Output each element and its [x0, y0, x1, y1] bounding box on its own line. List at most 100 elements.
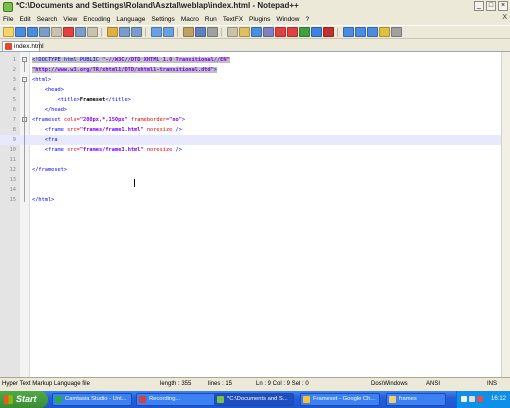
- code-text: </head>: [32, 105, 67, 115]
- taskbar-button[interactable]: Recording...: [136, 393, 216, 406]
- toolbar-button-icon[interactable]: [63, 27, 74, 37]
- code-token: <frameset: [32, 117, 64, 123]
- menu-item-textfx[interactable]: TextFX: [220, 16, 246, 23]
- toolbar-button-icon[interactable]: [379, 27, 390, 37]
- menu-item-search[interactable]: Search: [34, 16, 61, 23]
- status-encoding: ANSI: [426, 381, 441, 387]
- toolbar-button-icon[interactable]: [3, 27, 14, 37]
- status-lines: lines : 15: [208, 381, 233, 387]
- toolbar-button-icon[interactable]: [275, 27, 286, 37]
- toolbar-button-icon[interactable]: [355, 27, 366, 37]
- toolbar-separator: [145, 27, 148, 37]
- code-line[interactable]: 5 <title>Frameset</title>: [0, 95, 510, 105]
- toolbar-button-icon[interactable]: [163, 27, 174, 37]
- code-line[interactable]: 4 <head>: [0, 85, 510, 95]
- toolbar-separator: [101, 27, 104, 37]
- toolbar-button-icon[interactable]: [343, 27, 354, 37]
- code-text: <fra: [32, 135, 58, 145]
- code-token: <title>: [32, 97, 80, 103]
- maximize-button[interactable]: □: [486, 1, 496, 11]
- menu-item-language[interactable]: Language: [113, 16, 148, 23]
- menu-item-window[interactable]: Window: [273, 16, 302, 23]
- code-line[interactable]: 8 <frame src="frames/frame1.html" noresi…: [0, 125, 510, 135]
- taskbar-button[interactable]: Frameset - Google Ch...: [300, 393, 380, 406]
- menu-item-run[interactable]: Run: [202, 16, 220, 23]
- menu-item-settings[interactable]: Settings: [148, 16, 178, 23]
- code-token: frameborder=: [127, 117, 170, 123]
- code-token: "200px,*,150px": [79, 117, 128, 123]
- code-line[interactable]: 11: [0, 155, 510, 165]
- code-line[interactable]: 9 <fra: [0, 135, 510, 145]
- toolbar-button-icon[interactable]: [51, 27, 62, 37]
- toolbar-button-icon[interactable]: [183, 27, 194, 37]
- toolbar-button-icon[interactable]: [287, 27, 298, 37]
- toolbar-button-icon[interactable]: [207, 27, 218, 37]
- security-icon[interactable]: [477, 396, 483, 402]
- code-text: <html>: [32, 75, 51, 85]
- start-button[interactable]: Start: [0, 391, 48, 408]
- code-token: "no": [169, 117, 182, 123]
- volume-icon[interactable]: [469, 396, 475, 402]
- code-line[interactable]: 14: [0, 185, 510, 195]
- code-line[interactable]: 13: [0, 175, 510, 185]
- code-line[interactable]: 7 <frameset cols="200px,*,150px" framebor…: [0, 115, 510, 125]
- toolbar-button-icon[interactable]: [251, 27, 262, 37]
- toolbar-button-icon[interactable]: [27, 27, 38, 37]
- code-line[interactable]: 12 </frameset>: [0, 165, 510, 175]
- status-length: length : 355: [160, 381, 192, 387]
- toolbar-separator: [337, 27, 340, 37]
- code-line[interactable]: 1 <!DOCTYPE html PUBLIC "-//W3C//DTD XHTM…: [0, 55, 510, 65]
- document-close-icon[interactable]: X: [502, 14, 507, 21]
- code-token: "frames/frame1.html": [79, 127, 144, 133]
- taskbar-button[interactable]: *C:\Documents and S...: [214, 393, 294, 406]
- toolbar-button-icon[interactable]: [131, 27, 142, 37]
- menu-item-plugins[interactable]: Plugins: [246, 16, 273, 23]
- code-line[interactable]: 10 <frame src="frames/frame3.html" nores…: [0, 145, 510, 155]
- menu-item-edit[interactable]: Edit: [16, 16, 33, 23]
- code-line[interactable]: 2 "http://www.w3.org/TR/xhtml1/DTD/xhtml1…: [0, 65, 510, 75]
- toolbar-button-icon[interactable]: [15, 27, 26, 37]
- toolbar-button-icon[interactable]: [119, 27, 130, 37]
- menu-item-encoding[interactable]: Encoding: [80, 16, 113, 23]
- tab-strip: index.html: [0, 40, 510, 52]
- code-token: cols=: [63, 117, 80, 123]
- toolbar-button-icon[interactable]: [299, 27, 310, 37]
- minimize-button[interactable]: _: [474, 1, 484, 11]
- taskbar-button[interactable]: Camtasia Studio - Unt...: [52, 393, 132, 406]
- window-title: *C:\Documents and Settings\Roland\Asztal…: [16, 1, 299, 10]
- toolbar-button-icon[interactable]: [263, 27, 274, 37]
- vertical-scrollbar[interactable]: [501, 52, 510, 377]
- toolbar-button-icon[interactable]: [391, 27, 402, 37]
- code-token: <fra: [32, 137, 58, 143]
- code-token: noresize: [143, 147, 176, 153]
- tab-index-html[interactable]: index.html: [2, 41, 44, 51]
- code-line[interactable]: 15 </html>: [0, 195, 510, 205]
- toolbar-button-icon[interactable]: [227, 27, 238, 37]
- toolbar-button-icon[interactable]: [323, 27, 334, 37]
- menu-item-view[interactable]: View: [60, 16, 80, 23]
- code-token: src=: [67, 127, 80, 133]
- toolbar-button-icon[interactable]: [107, 27, 118, 37]
- code-editor[interactable]: 1 <!DOCTYPE html PUBLIC "-//W3C//DTD XHTM…: [0, 52, 510, 377]
- toolbar-button-icon[interactable]: [87, 27, 98, 37]
- menu-item-[interactable]: ?: [303, 16, 313, 23]
- close-button[interactable]: ×: [498, 1, 508, 11]
- toolbar-button-icon[interactable]: [75, 27, 86, 37]
- line-number: 2: [12, 67, 16, 73]
- title-bar[interactable]: *C:\Documents and Settings\Roland\Asztal…: [0, 0, 510, 15]
- toolbar-button-icon[interactable]: [367, 27, 378, 37]
- code-line[interactable]: 6 </head>: [0, 105, 510, 115]
- toolbar-button-icon[interactable]: [195, 27, 206, 37]
- toolbar-button-icon[interactable]: [39, 27, 50, 37]
- toolbar-button-icon[interactable]: [239, 27, 250, 37]
- toolbar-button-icon[interactable]: [151, 27, 162, 37]
- menu-bar: File Edit Search View Encoding Language Settin…: [0, 14, 510, 25]
- line-number: 3: [12, 77, 16, 83]
- taskbar-button[interactable]: frames: [386, 393, 446, 406]
- menu-item-macro[interactable]: Macro: [178, 16, 202, 23]
- network-icon[interactable]: [461, 396, 467, 402]
- code-line[interactable]: 3 <html>: [0, 75, 510, 85]
- toolbar-button-icon[interactable]: [311, 27, 322, 37]
- menu-item-file[interactable]: File: [0, 16, 16, 23]
- taskbar: Start 16:12 Camtasia Studio - Unt... Reco…: [0, 391, 510, 408]
